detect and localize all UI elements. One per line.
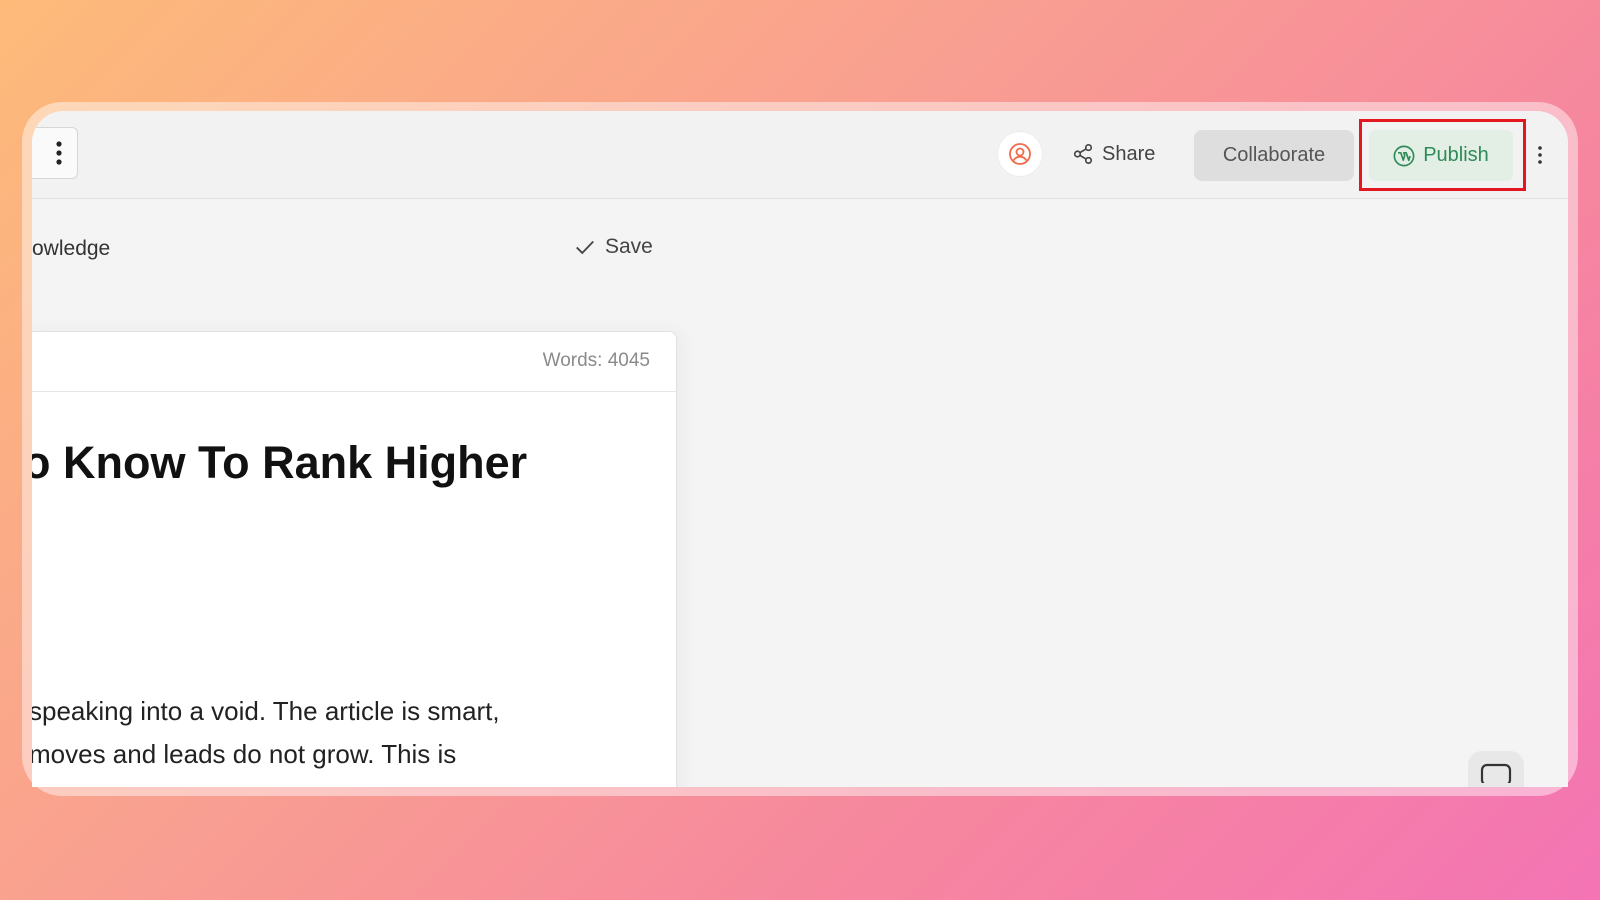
more-vertical-icon (56, 141, 62, 165)
checkmark-icon (576, 240, 594, 255)
share-button[interactable]: Share (1072, 135, 1155, 173)
knowledge-label[interactable]: owledge (32, 237, 110, 261)
document-editor[interactable]: Words: 4045 o Know To Rank Higher speaki… (32, 331, 677, 787)
more-options-button[interactable] (1532, 143, 1548, 167)
document-header: Words: 4045 (32, 332, 676, 392)
share-icon (1073, 144, 1093, 164)
user-circle-icon (1009, 143, 1031, 165)
paragraph-line: speaking into a void. The article is sma… (32, 696, 500, 726)
save-label: Save (605, 235, 653, 258)
share-label: Share (1102, 142, 1156, 165)
app-window: Share Collaborate Publish owledge Save W… (32, 111, 1568, 787)
collaborate-button[interactable]: Collaborate (1194, 130, 1354, 181)
chat-icon (1480, 763, 1512, 783)
menu-button[interactable] (32, 127, 78, 179)
more-vertical-icon (1538, 146, 1542, 164)
chat-widget-button[interactable] (1468, 751, 1524, 787)
user-avatar[interactable] (998, 132, 1042, 176)
publish-label: Publish (1423, 144, 1489, 166)
top-toolbar: Share Collaborate Publish (32, 111, 1568, 199)
article-heading[interactable]: o Know To Rank Higher (32, 437, 527, 489)
article-paragraph[interactable]: speaking into a void. The article is sma… (32, 690, 500, 776)
wordpress-icon (1393, 145, 1415, 166)
collaborate-label: Collaborate (1222, 144, 1326, 166)
paragraph-line: moves and leads do not grow. This is (32, 739, 457, 769)
publish-button[interactable]: Publish (1369, 130, 1513, 181)
save-button[interactable]: Save (574, 235, 653, 259)
word-count: Words: 4045 (542, 350, 650, 371)
